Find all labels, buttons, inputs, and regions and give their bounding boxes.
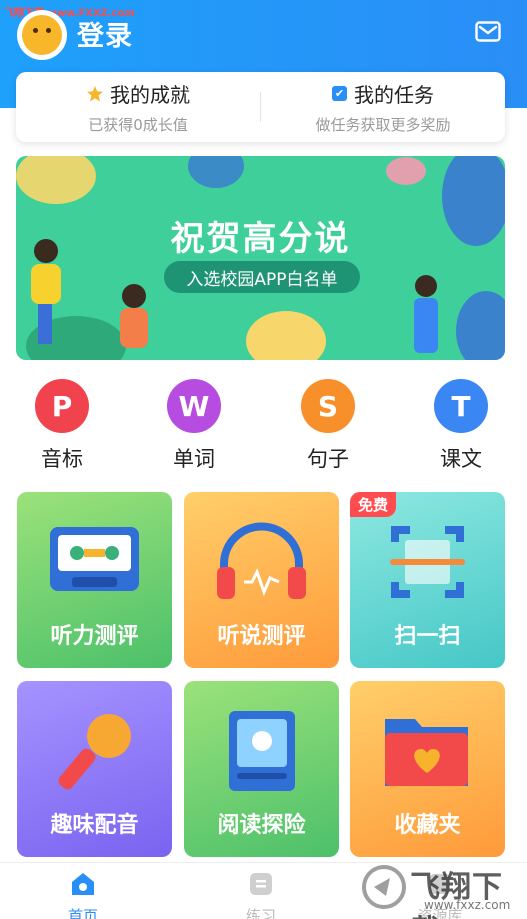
tile-reading-adventure[interactable]: 阅读探险 — [184, 681, 339, 857]
book-icon — [229, 711, 295, 791]
microphone-icon — [58, 714, 131, 790]
banner-subtitle: 入选校园APP白名单 — [164, 261, 360, 293]
tab-home[interactable]: 首页 — [43, 871, 123, 919]
tile-label: 收藏夹 — [394, 813, 461, 838]
avatar[interactable] — [17, 10, 67, 60]
category-label: 课文 — [440, 447, 482, 471]
sentences-icon: S — [301, 379, 355, 433]
checkbox-icon: ✔ — [332, 86, 347, 101]
tile-scan[interactable]: 免费 扫一扫 — [350, 492, 505, 668]
tile-fun-dubbing[interactable]: 趣味配音 — [17, 681, 172, 857]
tile-label: 阅读探险 — [217, 813, 306, 838]
tile-label: 听力测评 — [50, 624, 139, 649]
achievements-card: 我的成就 已获得0成长值 ✔ 我的任务 做任务获取更多奖励 — [16, 72, 505, 142]
headphones-icon — [217, 522, 306, 599]
home-icon — [72, 873, 94, 895]
words-icon: W — [167, 379, 221, 433]
promo-banner[interactable]: 祝贺高分说 入选校园APP白名单 — [16, 156, 505, 360]
scan-icon — [390, 526, 465, 598]
login-link[interactable]: 登录 — [77, 14, 133, 53]
my-tasks[interactable]: ✔ 我的任务 做任务获取更多奖励 — [261, 72, 505, 142]
tile-speaking-test[interactable]: 听说测评 — [184, 492, 339, 668]
category-label: 音标 — [41, 447, 83, 471]
cassette-icon — [50, 527, 139, 591]
folder-heart-icon — [385, 719, 468, 786]
category-phonetics[interactable]: P 音标 — [34, 379, 90, 473]
phonetics-icon: P — [35, 379, 89, 433]
tab-label: 首页 — [67, 907, 98, 919]
category-label: 单词 — [173, 447, 215, 471]
category-sentences[interactable]: S 句子 — [300, 379, 356, 473]
tile-label: 听说测评 — [217, 624, 306, 649]
category-label: 句子 — [307, 447, 349, 471]
mail-icon[interactable] — [475, 21, 501, 42]
texts-icon: T — [434, 379, 488, 433]
my-achievements[interactable]: 我的成就 已获得0成长值 — [16, 72, 260, 142]
tasks-title: 我的任务 — [354, 83, 434, 107]
banner-title: 祝贺高分说 — [170, 219, 351, 259]
tile-label: 趣味配音 — [50, 813, 139, 838]
tile-favorites[interactable]: 收藏夹 — [350, 681, 505, 857]
brand-watermark-url: www.fxxz.com — [424, 898, 511, 912]
tab-practice[interactable]: 练习 — [221, 871, 301, 919]
free-badge: 免费 — [350, 492, 397, 517]
category-texts[interactable]: T 课文 — [433, 379, 489, 473]
achievements-subtitle: 已获得0成长值 — [88, 116, 188, 134]
star-badge-icon — [87, 85, 103, 101]
tab-label: 练习 — [245, 907, 276, 919]
category-words[interactable]: W 单词 — [166, 379, 222, 473]
tasks-subtitle: 做任务获取更多奖励 — [315, 116, 451, 134]
tile-listening-test[interactable]: 听力测评 — [17, 492, 172, 668]
tile-label: 扫一扫 — [394, 624, 461, 649]
bear-avatar-icon — [22, 15, 62, 55]
achievements-title: 我的成就 — [110, 83, 190, 107]
practice-icon — [250, 873, 272, 895]
